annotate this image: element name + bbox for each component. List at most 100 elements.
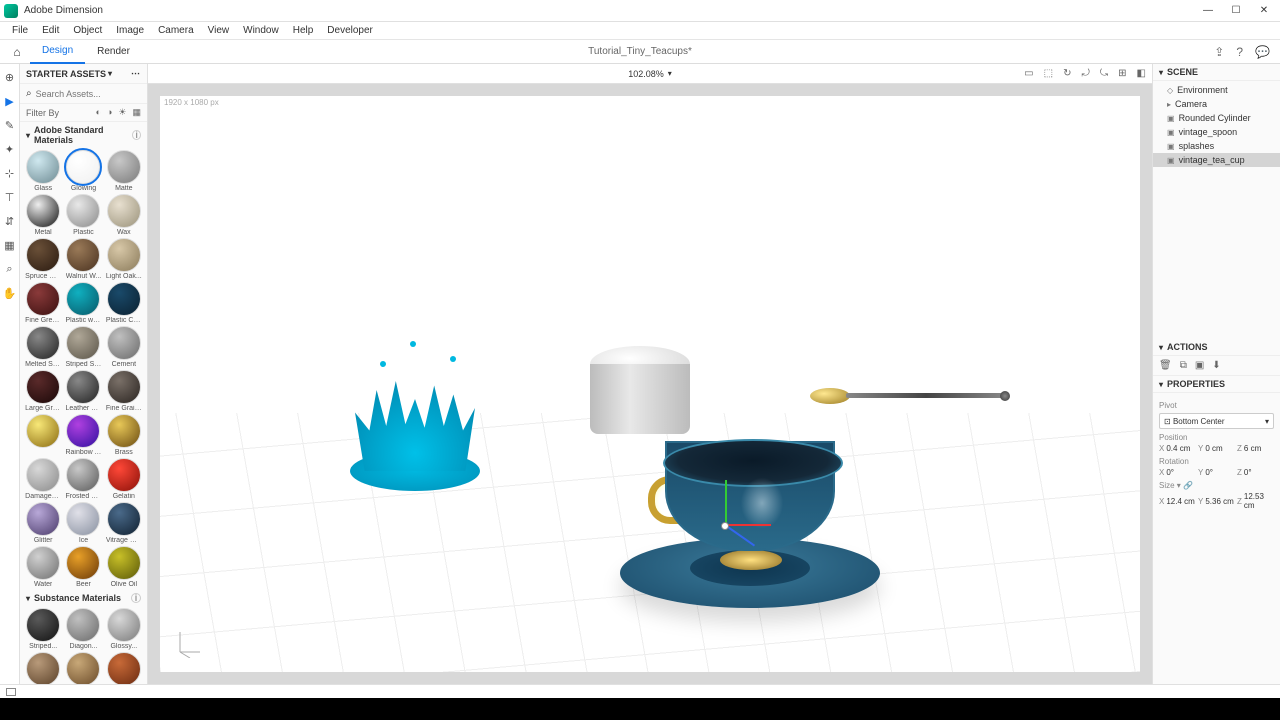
menu-edit[interactable]: Edit bbox=[36, 24, 65, 37]
material-Gelatin[interactable]: Gelatin bbox=[105, 458, 143, 500]
material-Vitrage Gl...[interactable]: Vitrage Gl... bbox=[105, 502, 143, 544]
chevron-down-icon[interactable]: ▾ bbox=[668, 69, 672, 78]
tool-0[interactable]: ⊕ bbox=[3, 70, 17, 84]
maximize-button[interactable]: ☐ bbox=[1224, 2, 1248, 20]
materials-section-header[interactable]: ▾ Adobe Standard Materials i bbox=[20, 122, 147, 148]
scene-panel-header[interactable]: ▾SCENE bbox=[1153, 64, 1280, 81]
tool-9[interactable]: ✋ bbox=[3, 286, 17, 300]
material-Plastic Can...[interactable]: Plastic Can... bbox=[105, 282, 143, 324]
material-Water[interactable]: Water bbox=[24, 546, 62, 588]
tab-design[interactable]: Design bbox=[30, 40, 85, 64]
scene-item-rounded-cylinder[interactable]: ▣Rounded Cylinder bbox=[1153, 111, 1280, 125]
material-Beer[interactable]: Beer bbox=[64, 546, 102, 588]
material-Ice[interactable]: Ice bbox=[64, 502, 102, 544]
material-Fine Green...[interactable]: Fine Green... bbox=[24, 282, 62, 324]
material-Leather Gr...[interactable]: Leather Gr... bbox=[64, 370, 102, 412]
filter-icon-1[interactable]: ◐ bbox=[96, 107, 101, 118]
scene-object-teacup[interactable] bbox=[610, 426, 890, 626]
home-button[interactable]: ⌂ bbox=[4, 45, 30, 59]
material-Spruce Wo...[interactable]: Spruce Wo... bbox=[24, 238, 62, 280]
align-icon[interactable]: ⬇ bbox=[1212, 360, 1220, 371]
tool-1[interactable]: ▶ bbox=[3, 94, 17, 108]
position-y[interactable]: Y0 cm bbox=[1198, 444, 1235, 453]
assets-search[interactable]: ⌕ bbox=[20, 84, 147, 104]
menu-view[interactable]: View bbox=[202, 24, 236, 37]
material-Matte[interactable]: Matte bbox=[105, 150, 143, 192]
group-icon[interactable]: ▣ bbox=[1195, 360, 1204, 371]
properties-panel-header[interactable]: ▾PROPERTIES bbox=[1153, 376, 1280, 393]
canvas-tool-4[interactable]: ⤿ bbox=[1100, 68, 1108, 79]
pivot-select[interactable]: ⊡ Bottom Center▾ bbox=[1159, 413, 1274, 429]
material-Glass[interactable]: Glass bbox=[24, 150, 62, 192]
tool-4[interactable]: ⊹ bbox=[3, 166, 17, 180]
material-Diagon...[interactable]: Diagon... bbox=[64, 608, 102, 650]
material-Walnut W...[interactable]: Walnut W... bbox=[64, 238, 102, 280]
duplicate-icon[interactable]: ⧉ bbox=[1180, 360, 1187, 371]
menu-help[interactable]: Help bbox=[287, 24, 320, 37]
tool-3[interactable]: ✦ bbox=[3, 142, 17, 156]
scene-item-vintage_tea_cup[interactable]: ▣vintage_tea_cup bbox=[1153, 153, 1280, 167]
position-x[interactable]: X0.4 cm bbox=[1159, 444, 1196, 453]
rotation-x[interactable]: X0° bbox=[1159, 468, 1196, 477]
menu-window[interactable]: Window bbox=[237, 24, 285, 37]
tab-render[interactable]: Render bbox=[85, 40, 142, 64]
material-Wax[interactable]: Wax bbox=[105, 194, 143, 236]
feedback-icon[interactable]: 💬 bbox=[1255, 45, 1270, 59]
rotation-y[interactable]: Y0° bbox=[1198, 468, 1235, 477]
scene-item-vintage_spoon[interactable]: ▣vintage_spoon bbox=[1153, 125, 1280, 139]
tool-5[interactable]: ⊤ bbox=[3, 190, 17, 204]
delete-icon[interactable]: 🗑 bbox=[1159, 360, 1172, 371]
canvas-tool-1[interactable]: ⬚ bbox=[1044, 68, 1053, 79]
panel-menu-icon[interactable]: ⋯ bbox=[131, 68, 141, 79]
close-button[interactable]: ✕ bbox=[1252, 2, 1276, 20]
material-Glossy...[interactable]: Glossy... bbox=[105, 608, 143, 650]
material-Plastic[interactable]: Plastic bbox=[64, 194, 102, 236]
size-y[interactable]: Y5.36 cm bbox=[1198, 492, 1235, 510]
rotation-z[interactable]: Z0° bbox=[1237, 468, 1274, 477]
material-Plastic wit...[interactable]: Plastic wit... bbox=[64, 282, 102, 324]
material-Light Oak...[interactable]: Light Oak... bbox=[105, 238, 143, 280]
share-icon[interactable]: ⇪ bbox=[1214, 45, 1224, 59]
menu-object[interactable]: Object bbox=[67, 24, 108, 37]
material-Brass[interactable]: Brass bbox=[105, 414, 143, 456]
material-Melted Sn...[interactable]: Melted Sn... bbox=[24, 326, 62, 368]
tool-7[interactable]: ▦ bbox=[3, 238, 17, 252]
filter-icon-2[interactable]: ◑ bbox=[107, 107, 112, 118]
material-Glitter[interactable]: Glitter bbox=[24, 502, 62, 544]
zoom-value[interactable]: 102.08% bbox=[628, 69, 664, 79]
material-Striped Sto...[interactable]: Striped Sto... bbox=[64, 326, 102, 368]
material-Frosted Gl...[interactable]: Frosted Gl... bbox=[64, 458, 102, 500]
viewport[interactable]: 1920 x 1080 px bbox=[160, 96, 1140, 672]
material-Fine Grain...[interactable]: Fine Grain... bbox=[105, 370, 143, 412]
filter-icon-3[interactable]: ☀ bbox=[118, 107, 126, 118]
tool-2[interactable]: ✎ bbox=[3, 118, 17, 132]
actions-panel-header[interactable]: ▾ACTIONS bbox=[1153, 339, 1280, 356]
menu-camera[interactable]: Camera bbox=[152, 24, 200, 37]
position-z[interactable]: Z6 cm bbox=[1237, 444, 1274, 453]
material-Olive Oil[interactable]: Olive Oil bbox=[105, 546, 143, 588]
menu-image[interactable]: Image bbox=[110, 24, 150, 37]
canvas-tool-5[interactable]: ⊞ bbox=[1118, 68, 1126, 79]
size-x[interactable]: X12.4 cm bbox=[1159, 492, 1196, 510]
material-item[interactable] bbox=[24, 414, 62, 456]
material-item[interactable] bbox=[105, 652, 143, 684]
tool-6[interactable]: ⇵ bbox=[3, 214, 17, 228]
material-Large Grai...[interactable]: Large Grai... bbox=[24, 370, 62, 412]
material-Rainbow A...[interactable]: Rainbow A... bbox=[64, 414, 102, 456]
size-z[interactable]: Z12.53 cm bbox=[1237, 492, 1274, 510]
search-input[interactable] bbox=[36, 89, 126, 99]
tool-8[interactable]: ⌕ bbox=[3, 262, 17, 276]
menu-developer[interactable]: Developer bbox=[321, 24, 379, 37]
canvas-tool-2[interactable]: ↻ bbox=[1063, 68, 1071, 79]
filter-icon-4[interactable]: ▦ bbox=[132, 107, 141, 118]
menu-file[interactable]: File bbox=[6, 24, 34, 37]
material-Striped...[interactable]: Striped... bbox=[24, 608, 62, 650]
substance-section-header[interactable]: ▾ Substance Materials i bbox=[20, 590, 147, 606]
scene-item-environment[interactable]: ◇Environment bbox=[1153, 83, 1280, 97]
material-Glowing[interactable]: Glowing bbox=[64, 150, 102, 192]
material-Metal[interactable]: Metal bbox=[24, 194, 62, 236]
canvas-tool-6[interactable]: ◧ bbox=[1137, 68, 1146, 79]
material-item[interactable] bbox=[64, 652, 102, 684]
scene-item-splashes[interactable]: ▣splashes bbox=[1153, 139, 1280, 153]
scene-item-camera[interactable]: ▸Camera bbox=[1153, 97, 1280, 111]
